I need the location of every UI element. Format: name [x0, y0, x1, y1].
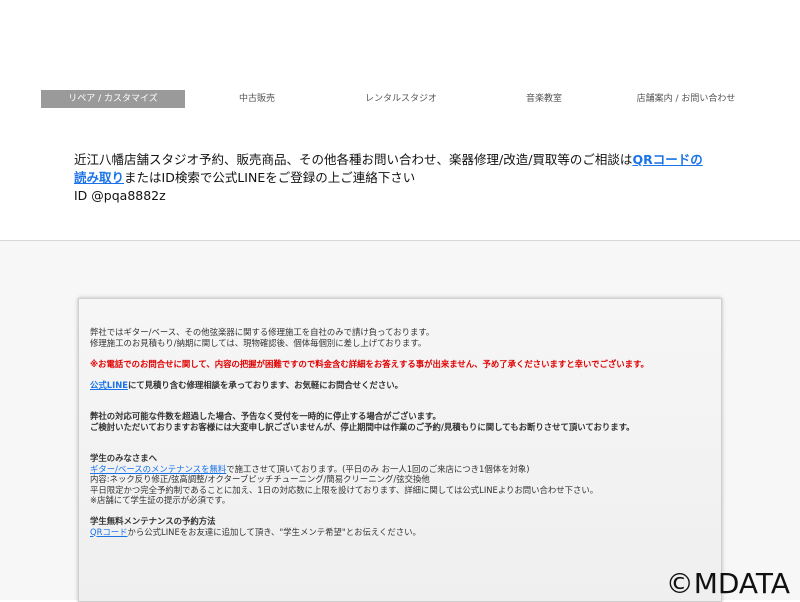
watermark: ©MDATA: [665, 567, 790, 600]
nav-item-store-info[interactable]: 店舗案内 / お問い合わせ: [621, 90, 751, 108]
contact-message: 近江八幡店舗スタジオ予約、販売商品、その他各種お問い合わせ、楽器修理/改造/買取…: [74, 151, 714, 205]
intro-line-1: 弊社ではギター/ベース、その他弦楽器に関する修理施工を自社のみで請け負っておりま…: [90, 327, 435, 337]
contact-text-after: またはID検索で公式LINEをご登録の上ご連絡下さい: [124, 170, 416, 185]
booking-text: から公式LINEをお友達に追加して頂き、"学生メンテ希望"とお伝えください。: [127, 526, 421, 537]
main-nav: リペア / カスタマイズ 中古販売 レンタルスタジオ 音楽教室 店舗案内 / お…: [41, 90, 761, 108]
students-line-3: 平日限定かつ完全予約制であることに加え、1日の対応数に上限を設けております、詳細…: [90, 484, 599, 495]
capacity-notice-2: ご検討いただいておりますお客様には大変申し訳ございませんが、停止期間中は作業のご…: [90, 421, 635, 432]
line-consult: 公式LINEにて見積り含む修理相談を承っております、お気軽にお問合せください。: [90, 380, 714, 391]
repair-info-panel: 弊社ではギター/ベース、その他弦楽器に関する修理施工を自社のみで請け負っておりま…: [78, 298, 722, 602]
nav-item-music-school[interactable]: 音楽教室: [511, 90, 577, 108]
students-line-4: ※店舗にて学生証の提示が必須です。: [90, 495, 231, 505]
capacity-notice-1: 弊社の対応可能な件数を超過した場合、予告なく受付を一時的に停止する場合がございま…: [90, 411, 441, 421]
nav-item-rental-studio[interactable]: レンタルスタジオ: [351, 90, 451, 108]
free-maintenance-link[interactable]: ギター/ベースのメンテナンスを無料: [90, 464, 226, 474]
official-line-link[interactable]: 公式LINE: [90, 380, 128, 390]
students-line-1-text: で施工させて頂いております。(平日のみ お一人1回のご来店につき1個体を対象): [226, 463, 530, 474]
line-consult-text: にて見積り含む修理相談を承っております、お気軽にお問合せください。: [127, 379, 403, 390]
phone-warning: ※お電話でのお問合せに関して、内容の把握が困難ですので料金含む詳細をお答えする事…: [90, 358, 649, 369]
line-id: ID @pqa8882z: [74, 188, 166, 203]
intro-line-2: 修理施工のお見積もり/納期に関しては、現物確認後、個体毎個別に差し上げております…: [90, 337, 427, 348]
booking-line: QRコードから公式LINEをお友達に追加して頂き、"学生メンテ希望"とお伝えくだ…: [90, 527, 714, 538]
booking-qr-link[interactable]: QRコード: [90, 527, 128, 537]
students-line-2: 内容:ネック反り修正/弦高調整/オクターブピッチチューニング/簡易クリーニング/…: [90, 474, 430, 484]
contact-text-before: 近江八幡店舗スタジオ予約、販売商品、その他各種お問い合わせ、楽器修理/改造/買取…: [74, 152, 633, 167]
students-title: 学生のみなさまへ: [90, 453, 157, 463]
students-line-1: ギター/ベースのメンテナンスを無料で施工させて頂いております。(平日のみ お一人…: [90, 464, 714, 475]
repair-info-content: 弊社ではギター/ベース、その他弦楽器に関する修理施工を自社のみで請け負っておりま…: [90, 327, 714, 537]
site-header: リペア / カスタマイズ 中古販売 レンタルスタジオ 音楽教室 店舗案内 / お…: [0, 0, 800, 241]
nav-item-used-sales[interactable]: 中古販売: [221, 90, 293, 108]
nav-item-repair[interactable]: リペア / カスタマイズ: [41, 90, 185, 108]
booking-title: 学生無料メンテナンスの予約方法: [90, 516, 216, 526]
